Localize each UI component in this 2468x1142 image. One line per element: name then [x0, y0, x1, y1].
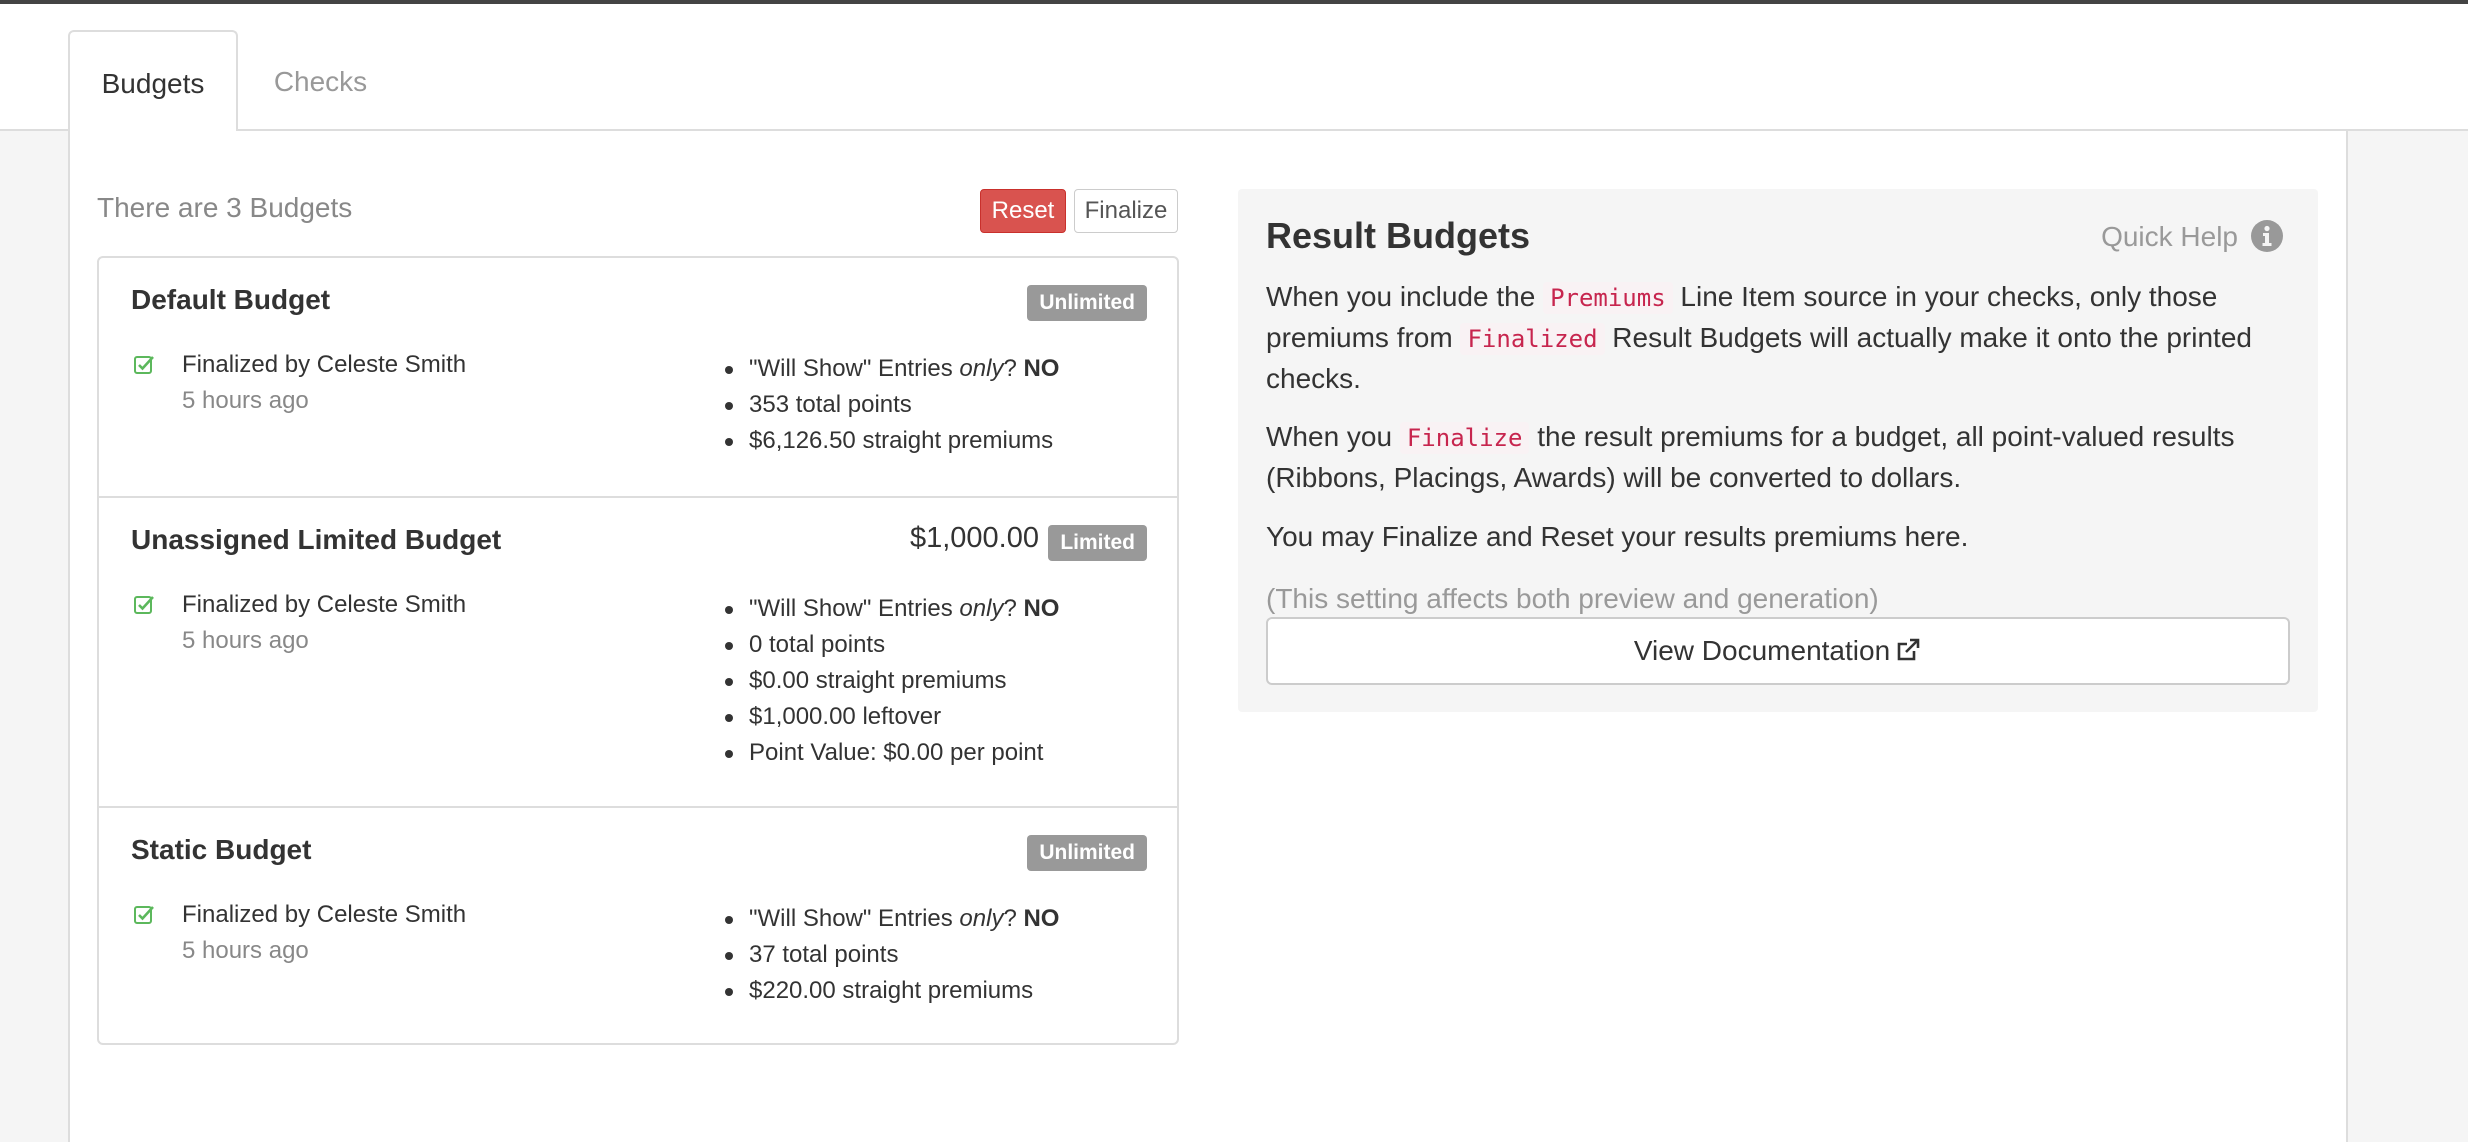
info-circle-icon[interactable] [2250, 219, 2284, 253]
budget-item: Static Budget Unlimited Finalized by Cel… [99, 806, 1177, 1043]
budget-stats: "Will Show" Entries only? NO 0 total poi… [724, 591, 1059, 771]
check-square-icon [134, 596, 154, 614]
budget-name: Static Budget [131, 834, 312, 865]
help-title: Result Budgets [1266, 215, 1531, 256]
budget-limit-amount: $1,000.00 [909, 522, 1039, 554]
check-square-icon [134, 356, 154, 374]
help-panel: Result Budgets Quick Help When you inclu… [1238, 189, 2318, 712]
code-premiums: Premiums [1543, 282, 1673, 314]
check-square-icon [134, 906, 154, 924]
finalized-time: 5 hours ago [182, 387, 309, 414]
point-value-stat: Point Value: $0.00 per point [724, 735, 1059, 771]
help-paragraph: You may Finalize and Reset your results … [1266, 521, 1969, 552]
external-link-icon [1897, 638, 1920, 660]
budget-type-badge: Unlimited [1027, 835, 1147, 871]
finalized-time: 5 hours ago [182, 627, 309, 654]
finalized-by-text: Finalized by Celeste Smith [182, 591, 467, 618]
budget-count-heading: There are 3 Budgets [97, 192, 353, 223]
budget-type-badge: Unlimited [1027, 285, 1147, 321]
code-finalize: Finalize [1399, 422, 1530, 454]
will-show-stat: "Will Show" Entries only? NO [724, 901, 1059, 937]
budget-item: Unassigned Limited Budget $1,000.00 Limi… [99, 496, 1177, 806]
will-show-stat: "Will Show" Entries only? NO [724, 591, 1059, 627]
finalized-time: 5 hours ago [182, 937, 309, 964]
tab-budgets[interactable]: Budgets [68, 30, 238, 133]
budget-item: Default Budget Unlimited Finalized by Ce… [99, 258, 1177, 496]
total-points-stat: 37 total points [724, 937, 1059, 973]
finalized-by-text: Finalized by Celeste Smith [182, 351, 467, 378]
finalize-button[interactable]: Finalize [1074, 189, 1178, 233]
budget-stats: "Will Show" Entries only? NO 353 total p… [724, 351, 1059, 459]
budget-list: Default Budget Unlimited Finalized by Ce… [97, 256, 1179, 1045]
straight-premiums-stat: $220.00 straight premiums [724, 973, 1059, 1009]
budget-name: Default Budget [131, 284, 331, 315]
view-documentation-button[interactable]: View Documentation [1266, 617, 2290, 685]
leftover-stat: $1,000.00 leftover [724, 699, 1059, 735]
help-paragraph: When you include the Premiums Line Item … [1266, 281, 2252, 394]
total-points-stat: 0 total points [724, 627, 1059, 663]
budget-stats: "Will Show" Entries only? NO 37 total po… [724, 901, 1059, 1009]
straight-premiums-stat: $0.00 straight premiums [724, 663, 1059, 699]
tab-checks[interactable]: Checks [238, 30, 403, 133]
straight-premiums-stat: $6,126.50 straight premiums [724, 423, 1059, 459]
code-finalized: Finalized [1460, 323, 1605, 355]
budget-type-badge: Limited [1048, 525, 1147, 561]
tab-strip: Budgets Checks [0, 4, 2468, 133]
reset-button[interactable]: Reset [980, 189, 1066, 233]
help-paragraph: When you Finalize the result premiums fo… [1266, 421, 2235, 493]
total-points-stat: 353 total points [724, 387, 1059, 423]
finalized-by-text: Finalized by Celeste Smith [182, 901, 467, 928]
budget-name: Unassigned Limited Budget [131, 524, 502, 555]
will-show-stat: "Will Show" Entries only? NO [724, 351, 1059, 387]
quick-help-link[interactable]: Quick Help [2101, 221, 2238, 253]
help-note: (This setting affects both preview and g… [1266, 583, 1879, 614]
